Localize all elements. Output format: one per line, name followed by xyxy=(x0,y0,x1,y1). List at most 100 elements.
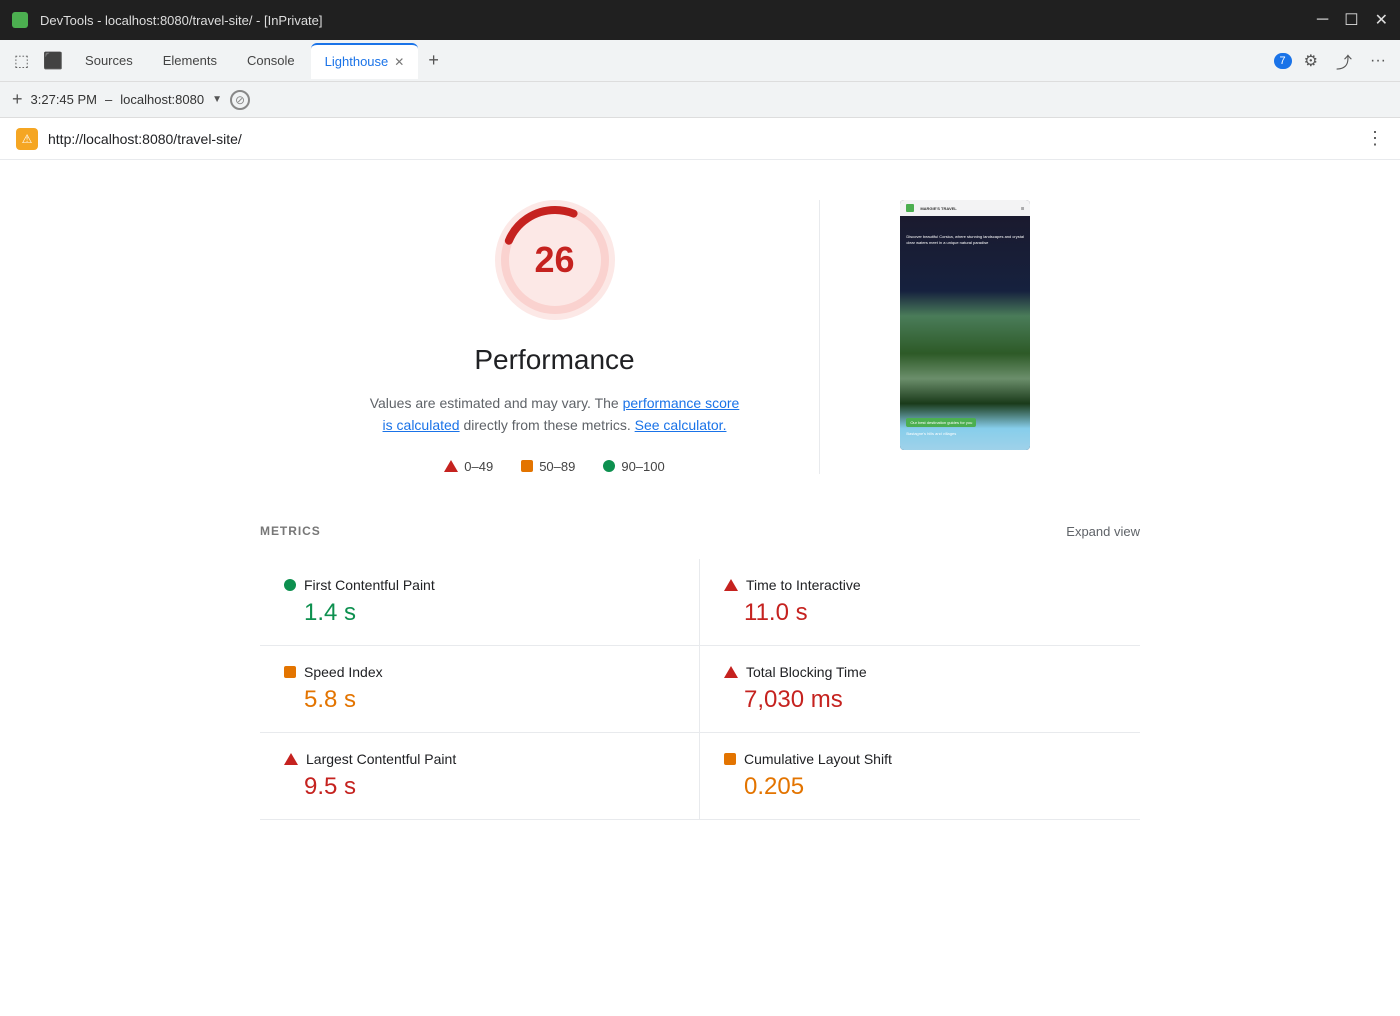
metrics-header: METRICS Expand view xyxy=(260,524,1140,539)
desc-text: Values are estimated and may vary. The xyxy=(370,395,619,411)
tab-close-icon[interactable]: ✕ xyxy=(394,55,404,69)
dropdown-icon[interactable]: ▼ xyxy=(212,94,222,105)
metric-cls-name: Cumulative Layout Shift xyxy=(744,751,892,767)
legend-average: 50–89 xyxy=(521,459,575,474)
host-display: localhost:8080 xyxy=(120,92,204,107)
close-button[interactable]: ✕ xyxy=(1375,10,1388,30)
metric-lcp-name: Largest Contentful Paint xyxy=(306,751,456,767)
settings-button[interactable]: ⚙ xyxy=(1298,45,1324,77)
window-controls: ─ ☐ ✕ xyxy=(1317,10,1388,30)
lcp-indicator-icon xyxy=(284,753,298,765)
good-range-label: 90–100 xyxy=(621,459,664,474)
metric-tbt-name: Total Blocking Time xyxy=(746,664,867,680)
bad-range-label: 0–49 xyxy=(464,459,493,474)
good-indicator-icon xyxy=(603,460,615,472)
performance-description: Values are estimated and may vary. The p… xyxy=(370,392,740,437)
security-icon: ⚠ xyxy=(16,128,38,150)
legend-good: 90–100 xyxy=(603,459,664,474)
lock-icon: ⚠ xyxy=(22,132,33,146)
time-display: 3:27:45 PM xyxy=(31,92,98,107)
preview-site-title: MARGIE'S TRAVEL xyxy=(920,206,956,211)
preview-tagline: Bastagne's hills and villages xyxy=(906,431,1024,436)
lighthouse-content: 26 Performance Values are estimated and … xyxy=(220,160,1180,860)
metric-tti: Time to Interactive 11.0 s xyxy=(700,559,1140,646)
calculator-link[interactable]: See calculator. xyxy=(635,417,727,433)
metrics-section: METRICS Expand view First Contentful Pai… xyxy=(260,524,1140,820)
tab-elements-label: Elements xyxy=(163,53,217,68)
tab-console-label: Console xyxy=(247,53,295,68)
metric-lcp-name-row: Largest Contentful Paint xyxy=(284,751,675,767)
legend-row: 0–49 50–89 90–100 xyxy=(444,459,664,474)
metric-si-name: Speed Index xyxy=(304,664,383,680)
preview-logo-icon xyxy=(906,204,914,212)
metric-cls-name-row: Cumulative Layout Shift xyxy=(724,751,1116,767)
preview-hero-content: Discover beautiful Corsica, where stunni… xyxy=(906,234,1024,245)
tab-bar-right: 7 ⚙ ⤴ ··· xyxy=(1274,43,1400,79)
preview-header: MARGIE'S TRAVEL ☰ xyxy=(900,200,1030,216)
more-options-button[interactable]: ··· xyxy=(1364,46,1392,76)
fcp-indicator-icon xyxy=(284,579,296,591)
si-indicator-icon xyxy=(284,666,296,678)
preview-hero-text: Discover beautiful Corsica, where stunni… xyxy=(906,234,1024,245)
url-display[interactable]: http://localhost:8080/travel-site/ xyxy=(48,131,1356,147)
score-preview-row: 26 Performance Values are estimated and … xyxy=(260,200,1140,474)
tab-lighthouse-label: Lighthouse xyxy=(325,54,389,69)
gauge-background: 26 xyxy=(495,200,615,320)
block-symbol: ⊘ xyxy=(235,93,245,107)
metric-tti-name-row: Time to Interactive xyxy=(724,577,1116,593)
tab-sources[interactable]: Sources xyxy=(71,43,147,79)
metric-lcp: Largest Contentful Paint 9.5 s xyxy=(260,733,700,820)
bad-indicator-icon xyxy=(444,460,458,472)
address-bar: + 3:27:45 PM – localhost:8080 ▼ ⊘ xyxy=(0,82,1400,118)
metric-si-name-row: Speed Index xyxy=(284,664,675,680)
inspect-button[interactable]: ⬛ xyxy=(37,45,69,77)
performance-title: Performance xyxy=(474,344,634,376)
devtools-icon xyxy=(12,12,28,28)
metric-tti-value: 11.0 s xyxy=(724,599,1116,627)
tab-bar: ⬚ ⬛ Sources Elements Console Lighthouse … xyxy=(0,40,1400,82)
average-range-label: 50–89 xyxy=(539,459,575,474)
metric-tti-name: Time to Interactive xyxy=(746,577,861,593)
block-icon[interactable]: ⊘ xyxy=(230,90,250,110)
new-tab-button[interactable]: + xyxy=(12,89,23,110)
url-menu-button[interactable]: ⋮ xyxy=(1366,128,1384,149)
preview-image: Discover beautiful Corsica, where stunni… xyxy=(900,216,1030,450)
tab-elements[interactable]: Elements xyxy=(149,43,231,79)
metric-cls-value: 0.205 xyxy=(724,773,1116,801)
metric-tbt-name-row: Total Blocking Time xyxy=(724,664,1116,680)
notification-badge: 7 xyxy=(1274,53,1292,69)
share-button[interactable]: ⤴ xyxy=(1330,43,1358,79)
metric-cls: Cumulative Layout Shift 0.205 xyxy=(700,733,1140,820)
tab-sources-label: Sources xyxy=(85,53,133,68)
metric-si: Speed Index 5.8 s xyxy=(260,646,700,733)
metrics-label: METRICS xyxy=(260,524,321,538)
add-tab-button[interactable]: + xyxy=(420,46,447,75)
url-bar: ⚠ http://localhost:8080/travel-site/ ⋮ xyxy=(0,118,1400,160)
metric-fcp-name-row: First Contentful Paint xyxy=(284,577,675,593)
tab-lighthouse[interactable]: Lighthouse ✕ xyxy=(311,43,419,79)
tab-console[interactable]: Console xyxy=(233,43,309,79)
score-section: 26 Performance Values are estimated and … xyxy=(370,200,740,474)
metric-tbt-value: 7,030 ms xyxy=(724,686,1116,714)
metrics-grid: First Contentful Paint 1.4 s Time to Int… xyxy=(260,559,1140,820)
tti-indicator-icon xyxy=(724,579,738,591)
legend-bad: 0–49 xyxy=(444,459,493,474)
minimize-button[interactable]: ─ xyxy=(1317,10,1328,30)
metric-fcp-name: First Contentful Paint xyxy=(304,577,435,593)
desc-middle: directly from these metrics. xyxy=(463,417,630,433)
preview-nav-icon: ☰ xyxy=(1021,206,1025,211)
metric-tbt: Total Blocking Time 7,030 ms xyxy=(700,646,1140,733)
section-divider xyxy=(819,200,820,474)
metric-lcp-value: 9.5 s xyxy=(284,773,675,801)
performance-gauge: 26 xyxy=(495,200,615,320)
title-bar-title: DevTools - localhost:8080/travel-site/ -… xyxy=(40,13,1309,28)
preview-bottom-text: Our best destination guides for you Bast… xyxy=(906,416,1024,436)
separator: – xyxy=(105,92,112,107)
device-toolbar-button[interactable]: ⬚ xyxy=(8,45,35,77)
tbt-indicator-icon xyxy=(724,666,738,678)
average-indicator-icon xyxy=(521,460,533,472)
main-content: 26 Performance Values are estimated and … xyxy=(0,160,1400,1016)
restore-button[interactable]: ☐ xyxy=(1344,10,1358,30)
cls-indicator-icon xyxy=(724,753,736,765)
expand-view-button[interactable]: Expand view xyxy=(1066,524,1140,539)
